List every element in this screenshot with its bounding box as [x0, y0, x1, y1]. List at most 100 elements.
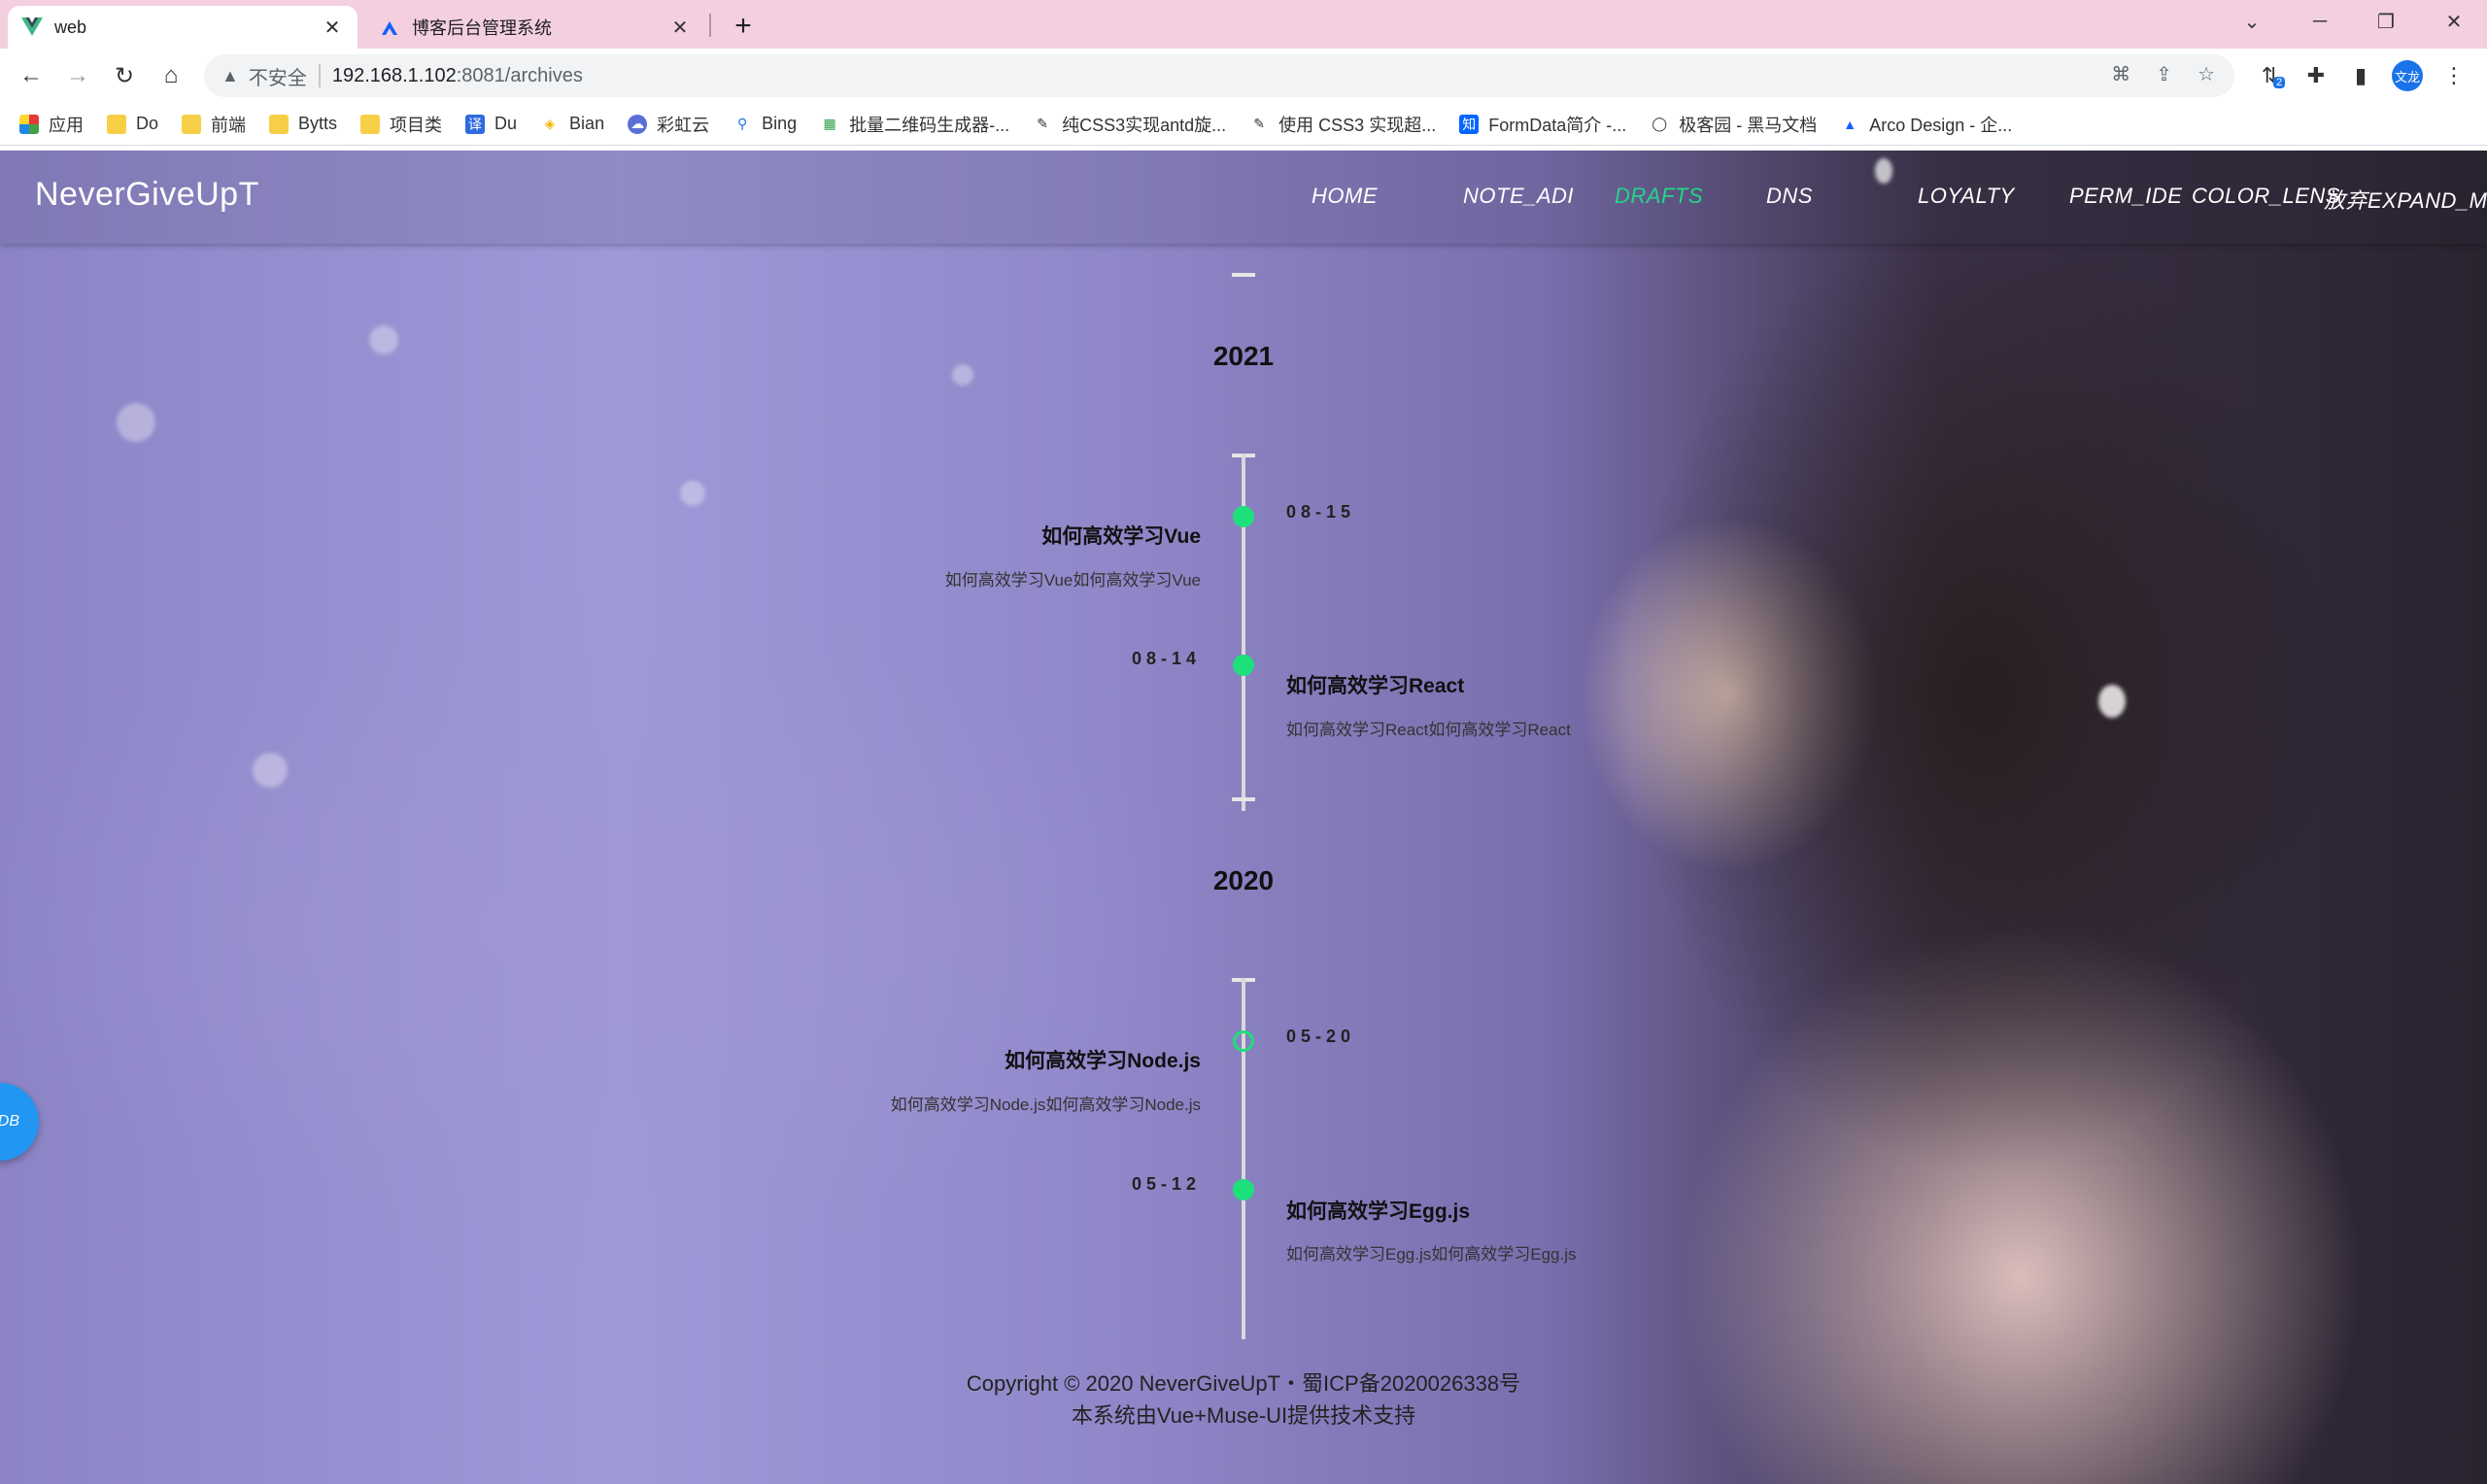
post-date: 05-12	[1131, 1174, 1201, 1194]
search-icon: ⚲	[736, 116, 748, 131]
restore-button[interactable]: ❐	[2353, 0, 2419, 43]
bookmark-qr[interactable]: ▦ 批量二维码生成器-...	[820, 112, 1009, 137]
globe-icon: ◯	[1652, 116, 1668, 131]
bookmark-css3[interactable]: ✎ 使用 CSS3 实现超...	[1249, 112, 1436, 137]
timeline-dot	[1233, 1030, 1254, 1052]
url-host: 192.168.1.102	[331, 64, 457, 86]
translate-icon[interactable]: ⌘	[2111, 62, 2130, 86]
post-date: 08-15	[1286, 502, 1356, 522]
extension-network-icon[interactable]: ⇅ 2	[2256, 58, 2291, 93]
tab-search-icon[interactable]: ⌄	[2219, 0, 2285, 43]
bookmark-rainbow-cloud[interactable]: ☁ 彩虹云	[628, 112, 709, 137]
tab-separator	[709, 14, 711, 37]
bookmark-star-icon[interactable]: ☆	[2197, 62, 2215, 86]
more-menu-icon[interactable]: ⋮	[2436, 58, 2471, 93]
post-summary: 如何高效学习Egg.js如何高效学习Egg.js	[1286, 1245, 1577, 1264]
bookmark-du[interactable]: 译 Du	[465, 114, 517, 134]
forward-icon[interactable]: →	[60, 58, 95, 93]
cloud-icon: ☁	[628, 114, 648, 134]
arco-logo-icon	[379, 17, 400, 38]
bookmark-arco[interactable]: ▲ Arco Design - 企...	[1840, 112, 2012, 137]
post-summary: 如何高效学习Node.js如何高效学习Node.js	[890, 1096, 1201, 1114]
site-icon: ✎	[1253, 116, 1266, 131]
bookmark-bing[interactable]: ⚲ Bing	[732, 114, 797, 134]
site-icon: ✎	[1037, 116, 1048, 131]
arco-icon: ▲	[1843, 116, 1857, 132]
side-panel-icon[interactable]: ▮	[2343, 58, 2378, 93]
post-title[interactable]: 如何高效学习Vue	[1041, 521, 1201, 550]
app-header: NeverGiveUpT HOME NOTE_ADI DRAFTS DNS LO…	[0, 151, 2487, 244]
timeline-cap	[1232, 273, 1255, 277]
nav-theme[interactable]: COLOR_LENS	[2192, 184, 2340, 209]
home-icon[interactable]: ⌂	[153, 58, 188, 93]
timeline-dot	[1233, 1179, 1254, 1200]
nav-categories[interactable]: DNS	[1766, 184, 1813, 209]
archive-year: 2020	[1212, 865, 1275, 895]
browser-toolbar: ← → ↻ ⌂ ▲ 不安全 192.168.1.102 :8081/archiv…	[0, 49, 2487, 103]
binance-icon: ◈	[544, 116, 556, 131]
background-bokeh	[680, 481, 705, 506]
browser-tab-strip: web ✕ 博客后台管理系统 ✕ + ⌄ ─ ❐ ✕	[0, 0, 2487, 49]
new-tab-button[interactable]: +	[727, 10, 760, 43]
share-icon[interactable]: ⇪	[2156, 62, 2172, 86]
bookmark-folder-projects[interactable]: 项目类	[360, 112, 442, 137]
floating-action-button[interactable]: DB	[0, 1083, 39, 1161]
bookmark-folder-bytts[interactable]: Bytts	[269, 114, 337, 134]
nav-archives[interactable]: DRAFTS	[1615, 184, 1703, 209]
folder-icon	[107, 114, 126, 134]
address-divider	[318, 64, 321, 87]
bookmark-folder-frontend[interactable]: 前端	[182, 112, 246, 137]
close-window-button[interactable]: ✕	[2421, 0, 2487, 43]
folder-icon	[182, 114, 202, 134]
back-icon[interactable]: ←	[14, 58, 49, 93]
footer-copyright: Copyright © 2020 NeverGiveUpT・蜀ICP备20200…	[966, 1371, 1521, 1396]
extensions-puzzle-icon[interactable]: ✚	[2299, 58, 2334, 93]
bookmark-css3-antd[interactable]: ✎ 纯CSS3实现antd旋...	[1033, 112, 1226, 137]
background-bokeh	[253, 753, 288, 788]
timeline-dot	[1233, 506, 1254, 527]
tab-web[interactable]: web ✕	[8, 6, 358, 49]
reload-icon[interactable]: ↻	[107, 58, 142, 93]
background-bokeh	[2098, 685, 2126, 718]
timeline-cap	[1232, 797, 1255, 801]
bookmark-bian[interactable]: ◈ Bian	[540, 114, 604, 134]
tab-blog-admin[interactable]: 博客后台管理系统 ✕	[365, 6, 705, 49]
bookmarks-bar: 应用 Do 前端 Bytts 项目类 译 Du ◈ Bian ☁ 彩虹云 ⚲ Bing …	[0, 103, 2487, 146]
address-bar[interactable]: ▲ 不安全 192.168.1.102 :8081/archives ⌘ ⇪ ☆	[204, 54, 2234, 97]
minimize-button[interactable]: ─	[2287, 0, 2353, 43]
archive-year: 2021	[1212, 341, 1275, 371]
nav-about[interactable]: PERM_IDE	[2069, 184, 2182, 209]
url-path: :8081/archives	[456, 64, 583, 86]
page-viewport: NeverGiveUpT HOME NOTE_ADI DRAFTS DNS LO…	[0, 151, 2487, 1484]
close-tab-icon[interactable]: ✕	[321, 16, 344, 39]
timeline-dot	[1233, 655, 1254, 676]
post-summary: 如何高效学习Vue如何高效学习Vue	[944, 571, 1201, 590]
post-title[interactable]: 如何高效学习Node.js	[1005, 1045, 1201, 1074]
nav-more[interactable]: 放弃EXPAND_M	[2324, 184, 2487, 215]
tab-title: web	[54, 17, 87, 37]
bookmark-apps[interactable]: 应用	[19, 112, 84, 137]
site-brand[interactable]: NeverGiveUpT	[35, 176, 259, 214]
translate-icon: 译	[465, 114, 486, 134]
vue-logo-icon	[21, 17, 43, 38]
post-title[interactable]: 如何高效学习Egg.js	[1286, 1196, 1470, 1225]
post-title[interactable]: 如何高效学习React	[1286, 670, 1464, 699]
warning-icon[interactable]: ▲	[221, 66, 239, 86]
profile-avatar[interactable]: 文龙	[2392, 60, 2423, 91]
folder-icon	[269, 114, 290, 134]
post-date: 08-14	[1131, 649, 1201, 668]
nav-home[interactable]: HOME	[1312, 184, 1378, 209]
security-label: 不安全	[248, 67, 307, 89]
bookmark-geek[interactable]: ◯ 极客园 - 黑马文档	[1650, 112, 1817, 137]
qr-icon: ▦	[823, 116, 836, 131]
close-tab-icon[interactable]: ✕	[668, 16, 692, 39]
bookmark-formdata[interactable]: 知 FormData简介 -...	[1459, 112, 1626, 137]
nav-articles[interactable]: NOTE_ADI	[1463, 184, 1574, 209]
tab-title: 博客后台管理系统	[412, 18, 552, 38]
zhihu-icon: 知	[1459, 114, 1480, 134]
footer-powered-by: 本系统由Vue+Muse-UI提供技术支持	[1071, 1403, 1416, 1428]
nav-tags[interactable]: LOYALTY	[1918, 184, 2015, 209]
apps-grid-icon	[19, 114, 39, 134]
bookmark-folder-do[interactable]: Do	[107, 114, 158, 134]
folder-icon	[360, 114, 381, 134]
